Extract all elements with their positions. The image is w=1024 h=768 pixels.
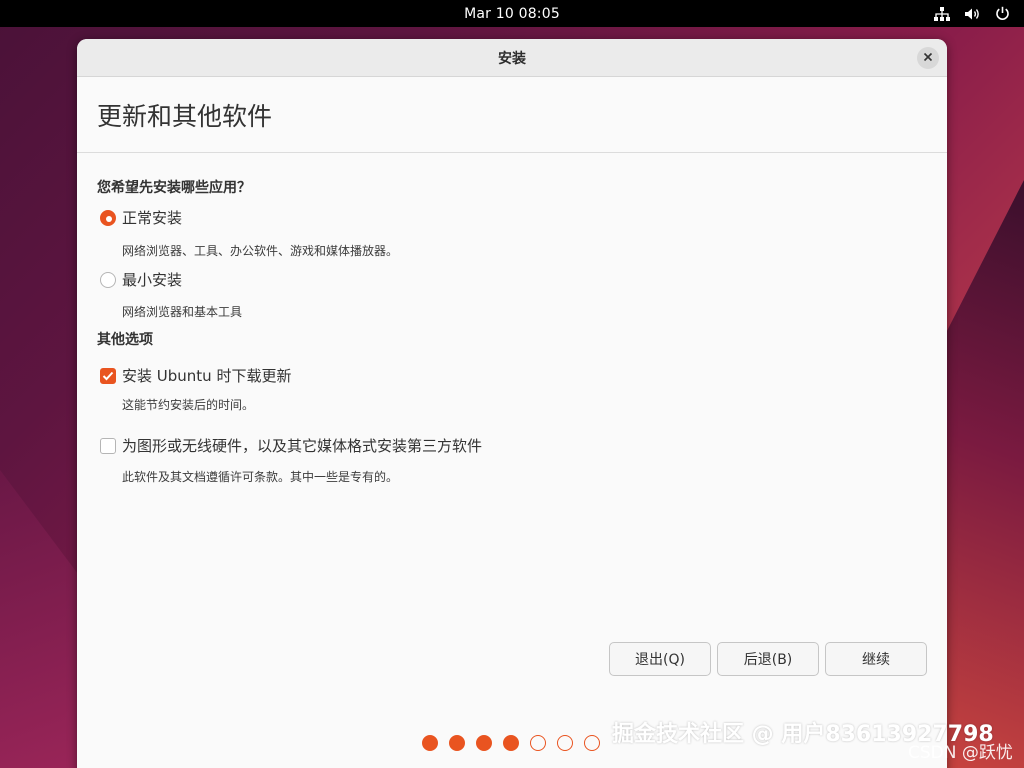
normal-install-label[interactable]: 正常安装 [122,207,182,228]
network-icon[interactable] [934,6,950,21]
progress-dot-pending [557,735,573,751]
system-tray[interactable] [934,0,1010,27]
checkmark-icon [102,371,114,380]
progress-dot-pending [584,735,600,751]
progress-dots [422,735,600,751]
download-updates-description: 这能节约安装后的时间。 [122,398,255,412]
download-updates-checkbox[interactable]: 安装 Ubuntu 时下载更新 [100,365,291,386]
checkbox-checked[interactable] [100,367,116,384]
power-icon[interactable] [995,6,1010,21]
progress-dot-complete [476,735,492,751]
progress-dot-complete [449,735,465,751]
watermark-subtext: CSDN @跃忧 [908,743,1013,763]
volume-icon[interactable] [964,7,981,21]
normal-install-description: 网络浏览器、工具、办公软件、游戏和媒体播放器。 [122,244,399,258]
close-icon [923,50,933,66]
quit-button[interactable]: 退出(Q) [609,642,711,676]
back-button[interactable]: 后退(B) [717,642,819,676]
minimal-install-radio[interactable]: 最小安装 [100,269,182,290]
third-party-software-checkbox[interactable]: 为图形或无线硬件，以及其它媒体格式安装第三方软件 [100,435,482,456]
minimal-install-description: 网络浏览器和基本工具 [122,305,243,319]
normal-install-radio[interactable]: 正常安装 [100,207,182,228]
third-party-software-description: 此软件及其文档遵循许可条款。其中一些是专有的。 [122,470,399,484]
minimal-install-label[interactable]: 最小安装 [122,269,182,290]
title-bar: 安装 [77,39,947,77]
wallpaper-shape [934,180,1024,768]
page-heading: 更新和其他软件 [77,77,947,153]
top-bar: Mar 10 08:05 [0,0,1024,27]
other-options-title: 其他选项 [97,332,153,348]
progress-dot-pending [530,735,546,751]
install-type-question: 您希望先安装哪些应用？ [97,180,251,196]
radio-button-checked[interactable] [100,209,116,226]
close-button[interactable] [917,47,939,69]
clock[interactable]: Mar 10 08:05 [464,6,560,22]
radio-button-unchecked[interactable] [100,271,116,288]
download-updates-label[interactable]: 安装 Ubuntu 时下载更新 [122,365,291,386]
progress-dot-complete [503,735,519,751]
window-title: 安装 [498,50,526,67]
installer-window: 安装 更新和其他软件 您希望先安装哪些应用？ 正常安装 网络浏览器、工具、办公软… [77,39,947,768]
third-party-software-label[interactable]: 为图形或无线硬件，以及其它媒体格式安装第三方软件 [122,435,482,456]
checkbox-unchecked[interactable] [100,437,116,454]
continue-button[interactable]: 继续 [825,642,927,676]
progress-dot-complete [422,735,438,751]
